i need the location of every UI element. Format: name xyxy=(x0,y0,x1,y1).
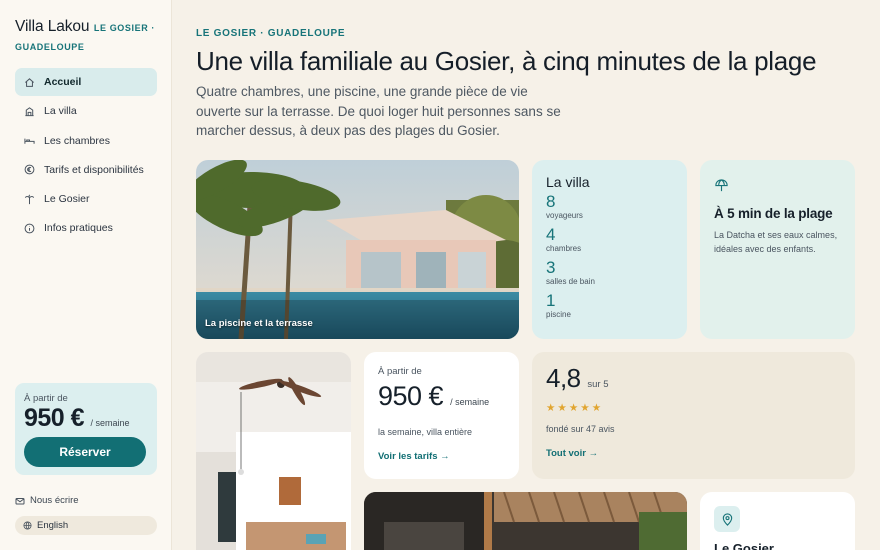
sidebar-item-infos[interactable]: Infos pratiques xyxy=(15,214,157,242)
stat-rooms-label: chambres xyxy=(546,244,582,253)
pool-photo-image xyxy=(196,160,519,339)
globe-icon xyxy=(23,521,32,530)
price-unit: / semaine xyxy=(450,397,490,407)
map-pin-icon xyxy=(714,506,740,532)
rating-out-of: sur 5 xyxy=(587,379,609,390)
stat-rooms-value: 4 xyxy=(546,225,556,244)
terrace-photo-image xyxy=(364,492,687,550)
mail-icon xyxy=(15,496,25,506)
contact-link[interactable]: Nous écrire xyxy=(15,495,79,506)
stat-bathrooms-value: 3 xyxy=(546,258,556,277)
rating-note: fondé sur 47 avis xyxy=(546,424,615,434)
palm-icon xyxy=(24,194,35,205)
price-from-label: À partir de xyxy=(378,366,422,377)
page-title: Une villa familiale au Gosier, à cinq mi… xyxy=(196,46,817,76)
star-icon: ★ xyxy=(580,402,592,414)
star-icon: ★ xyxy=(591,402,604,414)
sidebar-item-label: Infos pratiques xyxy=(44,222,113,235)
booking-from-label: À partir de xyxy=(24,393,68,404)
brand-name: Villa Lakou xyxy=(15,18,90,35)
sidebar-item-label: Tarifs et disponibilités xyxy=(44,163,144,176)
home-icon xyxy=(24,77,35,88)
beach-text: La Datcha et ses eaux calmes, idéales av… xyxy=(714,230,838,254)
sidebar-item-label: La villa xyxy=(44,105,77,118)
euro-icon xyxy=(24,164,35,175)
villa-stats-card: La villa 8 voyageurs 4 chambres 3 salles… xyxy=(532,160,687,339)
star-icon: ★ xyxy=(557,402,569,414)
rating-score: 4,8 sur 5 xyxy=(546,364,841,399)
booking-price-value: 950 € xyxy=(24,404,85,432)
language-label: English xyxy=(37,520,69,531)
pool-photo-caption: La piscine et la terrasse xyxy=(205,318,313,329)
price-note: la semaine, villa entière xyxy=(378,427,473,437)
star-icon: ★ xyxy=(568,402,581,414)
bed-icon xyxy=(24,135,35,146)
language-switcher[interactable]: English xyxy=(15,516,157,535)
sidebar-item-chambres[interactable]: Les chambres xyxy=(15,127,157,155)
sidebar: Villa Lakou LE GOSIER · GUADELOUPE Accue… xyxy=(0,0,172,550)
interior-photo[interactable] xyxy=(196,352,351,550)
sidebar-item-label: Les chambres xyxy=(44,134,110,147)
rating-card: 4,8 sur 5 ★★★★★ fondé sur 47 avis Tout v… xyxy=(532,352,855,479)
rating-score-value: 4,8 xyxy=(546,363,581,393)
building-icon xyxy=(24,106,35,117)
umbrella-icon xyxy=(714,178,729,193)
sidebar-nav: Accueil La villa Les chambres Tarifs et … xyxy=(15,68,157,244)
rating-stars: ★★★★★ xyxy=(546,402,841,414)
info-icon xyxy=(24,223,35,234)
booking-price: 950 € / semaine xyxy=(24,404,148,437)
sidebar-item-villa[interactable]: La villa xyxy=(15,97,157,125)
price-card: À partir de 950 € / semaine la semaine, … xyxy=(364,352,519,479)
stat-guests-label: voyageurs xyxy=(546,211,583,220)
star-icon: ★ xyxy=(546,402,558,414)
sidebar-item-label: Le Gosier xyxy=(44,193,90,206)
contact-link-label: Nous écrire xyxy=(30,495,79,506)
terrace-photo[interactable] xyxy=(364,492,687,550)
stats-title: La villa xyxy=(546,174,590,190)
beach-title: À 5 min de la plage xyxy=(714,206,833,221)
price-display: 950 € / semaine xyxy=(378,381,505,417)
pool-photo[interactable]: La piscine et la terrasse xyxy=(196,160,519,339)
sidebar-item-tarifs[interactable]: Tarifs et disponibilités xyxy=(15,156,157,184)
view-reviews-link[interactable]: Tout voir → xyxy=(546,448,841,459)
sidebar-item-label: Accueil xyxy=(44,76,82,88)
booking-card: À partir de 950 € / semaine Réserver xyxy=(15,383,157,475)
booking-price-unit: / semaine xyxy=(90,418,130,428)
stat-bathrooms-label: salles de bain xyxy=(546,277,595,286)
gosier-card[interactable]: Le Gosier xyxy=(700,492,855,550)
sidebar-item-accueil[interactable]: Accueil xyxy=(15,68,157,96)
gosier-title: Le Gosier xyxy=(714,541,774,550)
sidebar-item-gosier[interactable]: Le Gosier xyxy=(15,185,157,213)
hero-kicker: LE GOSIER · GUADELOUPE xyxy=(196,28,346,39)
hero-lead: Quatre chambres, une piscine, une grande… xyxy=(196,84,561,138)
stat-guests-value: 8 xyxy=(546,192,556,211)
price-value: 950 € xyxy=(378,381,444,411)
stat-pool-label: piscine xyxy=(546,310,571,319)
view-rates-link[interactable]: Voir les tarifs → xyxy=(378,451,505,462)
stat-pool-value: 1 xyxy=(546,291,556,310)
beach-card: À 5 min de la plage La Datcha et ses eau… xyxy=(700,160,855,339)
reserve-button[interactable]: Réserver xyxy=(24,437,146,467)
interior-photo-image xyxy=(196,352,351,550)
brand[interactable]: Villa Lakou LE GOSIER · GUADELOUPE xyxy=(15,18,165,56)
